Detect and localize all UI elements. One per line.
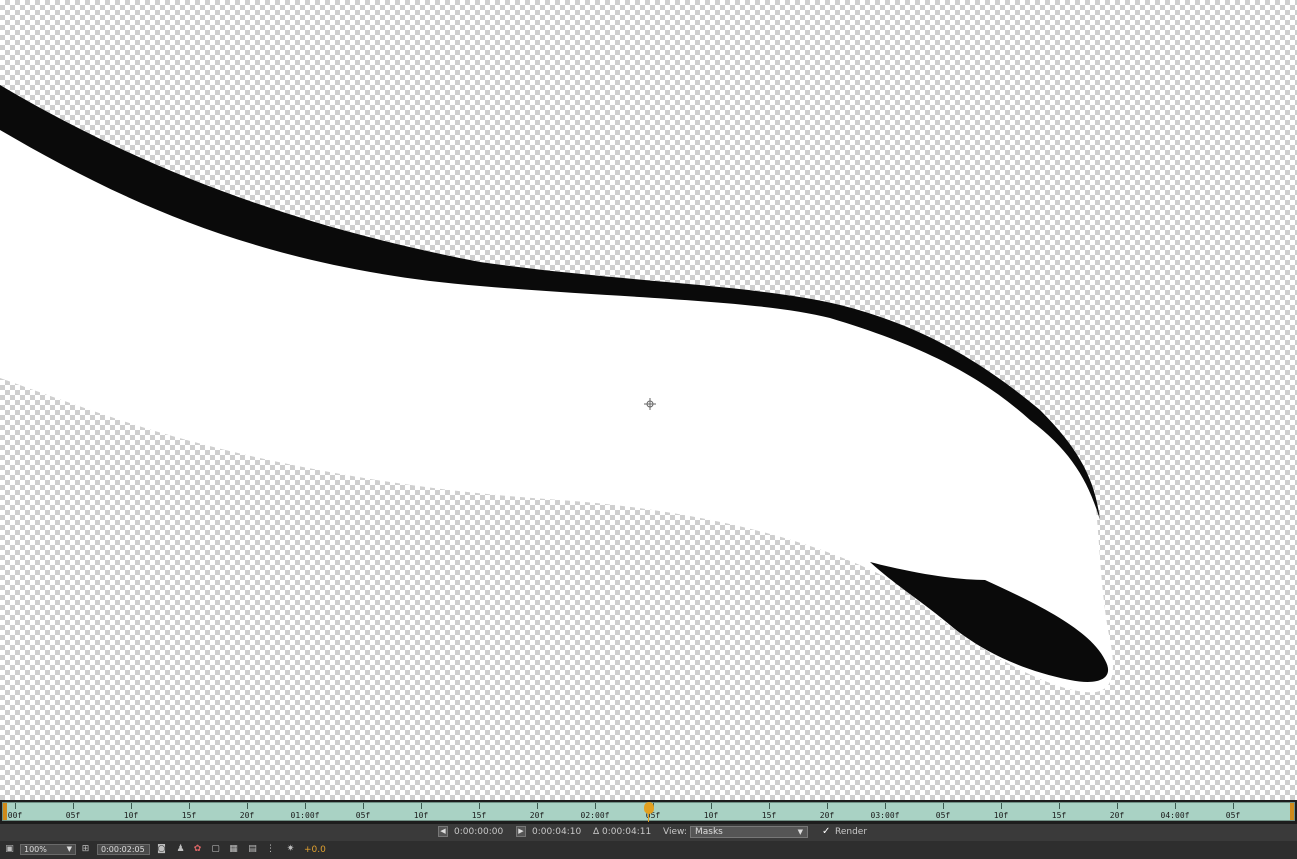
ruler-tick: [73, 803, 74, 809]
ruler-tick-label: 20f: [819, 811, 835, 820]
show-snapshot-icon[interactable]: ♟: [175, 844, 186, 855]
set-start-icon[interactable]: ◀: [438, 826, 448, 837]
ruler-tick-label: 05f: [355, 811, 371, 820]
ruler-tick: [769, 803, 770, 809]
ruler-tick-label: 05f: [65, 811, 81, 820]
ruler-tick: [827, 803, 828, 809]
ruler-tick-label: 01:00f: [290, 811, 320, 820]
ruler-tick-label: 20f: [529, 811, 545, 820]
ruler-tick-label: 03:00f: [870, 811, 900, 820]
work-area-end-marker[interactable]: [1290, 803, 1294, 820]
roi-icon[interactable]: ▢: [210, 844, 221, 855]
ruler-tick: [885, 803, 886, 809]
chevron-down-icon: ▼: [66, 845, 72, 853]
ruler-tick: [305, 803, 306, 809]
ruler-tick-label: 04:00f: [1160, 811, 1190, 820]
ruler-tick: [363, 803, 364, 809]
exposure-icon[interactable]: ✷: [285, 844, 296, 855]
duration: Δ 0:00:04:11: [593, 827, 652, 837]
viewer-info-bar: ◀ 0:00:00:00 ▶ 0:00:04:10 Δ 0:00:04:11 V…: [0, 824, 1297, 841]
view-dropdown[interactable]: Masks ▼: [690, 826, 808, 838]
end-time[interactable]: 0:00:04:10: [532, 827, 581, 837]
ruler-tick-label: 10f: [703, 811, 719, 820]
viewer-bottom-toolbar: ▣ 100% ▼ ⊞ 0:00:02:05 ◙ ♟ ✿ ▢ ▦ ▤ ⋮ ✷ +0…: [0, 841, 1297, 859]
grid-guides-icon[interactable]: ⊞: [80, 844, 91, 855]
ruler-tick-label: 15f: [471, 811, 487, 820]
ruler-tick: [1117, 803, 1118, 809]
guides-icon[interactable]: ▤: [247, 844, 258, 855]
ruler-tick: [247, 803, 248, 809]
ruler-tick: [421, 803, 422, 809]
ruler-tick-label: 20f: [239, 811, 255, 820]
exposure-value[interactable]: +0.0: [304, 845, 326, 855]
ruler-tick-label: 05f: [935, 811, 951, 820]
render-checkbox[interactable]: ✓: [822, 826, 832, 837]
ruler-tick: [943, 803, 944, 809]
render-label: Render: [835, 827, 868, 837]
set-end-icon[interactable]: ▶: [516, 826, 526, 837]
work-area-start-marker[interactable]: [3, 803, 7, 820]
ruler-tick: [1233, 803, 1234, 809]
ruler-tick-label: 02:00f: [580, 811, 610, 820]
ruler-tick: [595, 803, 596, 809]
ruler-tick: [15, 803, 16, 809]
ruler-tick: [1175, 803, 1176, 809]
ruler-tick-label: 00f: [7, 811, 23, 820]
current-time: 0:00:02:05: [101, 845, 145, 854]
region-icon[interactable]: ▣: [4, 844, 15, 855]
ruler-tick-label: 15f: [761, 811, 777, 820]
ruler-tick: [711, 803, 712, 809]
ruler-tick-label: 15f: [181, 811, 197, 820]
composition-viewer[interactable]: [0, 0, 1297, 800]
ruler-tick: [479, 803, 480, 809]
resolution-icon[interactable]: ⋮: [265, 844, 276, 855]
channel-icon[interactable]: ✿: [192, 844, 203, 855]
ruler-tick: [537, 803, 538, 809]
ruler-tick-label: 15f: [1051, 811, 1067, 820]
ruler-tick: [189, 803, 190, 809]
mask-artwork: [0, 85, 1113, 693]
ruler-tick: [1001, 803, 1002, 809]
view-label: View:: [663, 827, 687, 837]
zoom-value: 100%: [24, 845, 47, 854]
ruler-tick-label: 10f: [413, 811, 429, 820]
playhead-line: [648, 812, 649, 822]
chevron-down-icon: ▼: [797, 828, 803, 836]
ruler-tick-label: 05f: [1225, 811, 1241, 820]
ruler-tick: [131, 803, 132, 809]
view-dropdown-value: Masks: [695, 827, 723, 837]
snapshot-icon[interactable]: ◙: [156, 844, 167, 855]
ruler-tick: [1059, 803, 1060, 809]
ruler-tick-label: 20f: [1109, 811, 1125, 820]
ruler-tick-label: 10f: [993, 811, 1009, 820]
playhead-handle[interactable]: [644, 802, 654, 814]
transparency-grid-icon[interactable]: ▦: [228, 844, 239, 855]
zoom-dropdown[interactable]: 100% ▼: [20, 844, 76, 855]
start-time[interactable]: 0:00:00:00: [454, 827, 503, 837]
current-time-field[interactable]: 0:00:02:05: [97, 844, 150, 855]
ruler-tick-label: 10f: [123, 811, 139, 820]
